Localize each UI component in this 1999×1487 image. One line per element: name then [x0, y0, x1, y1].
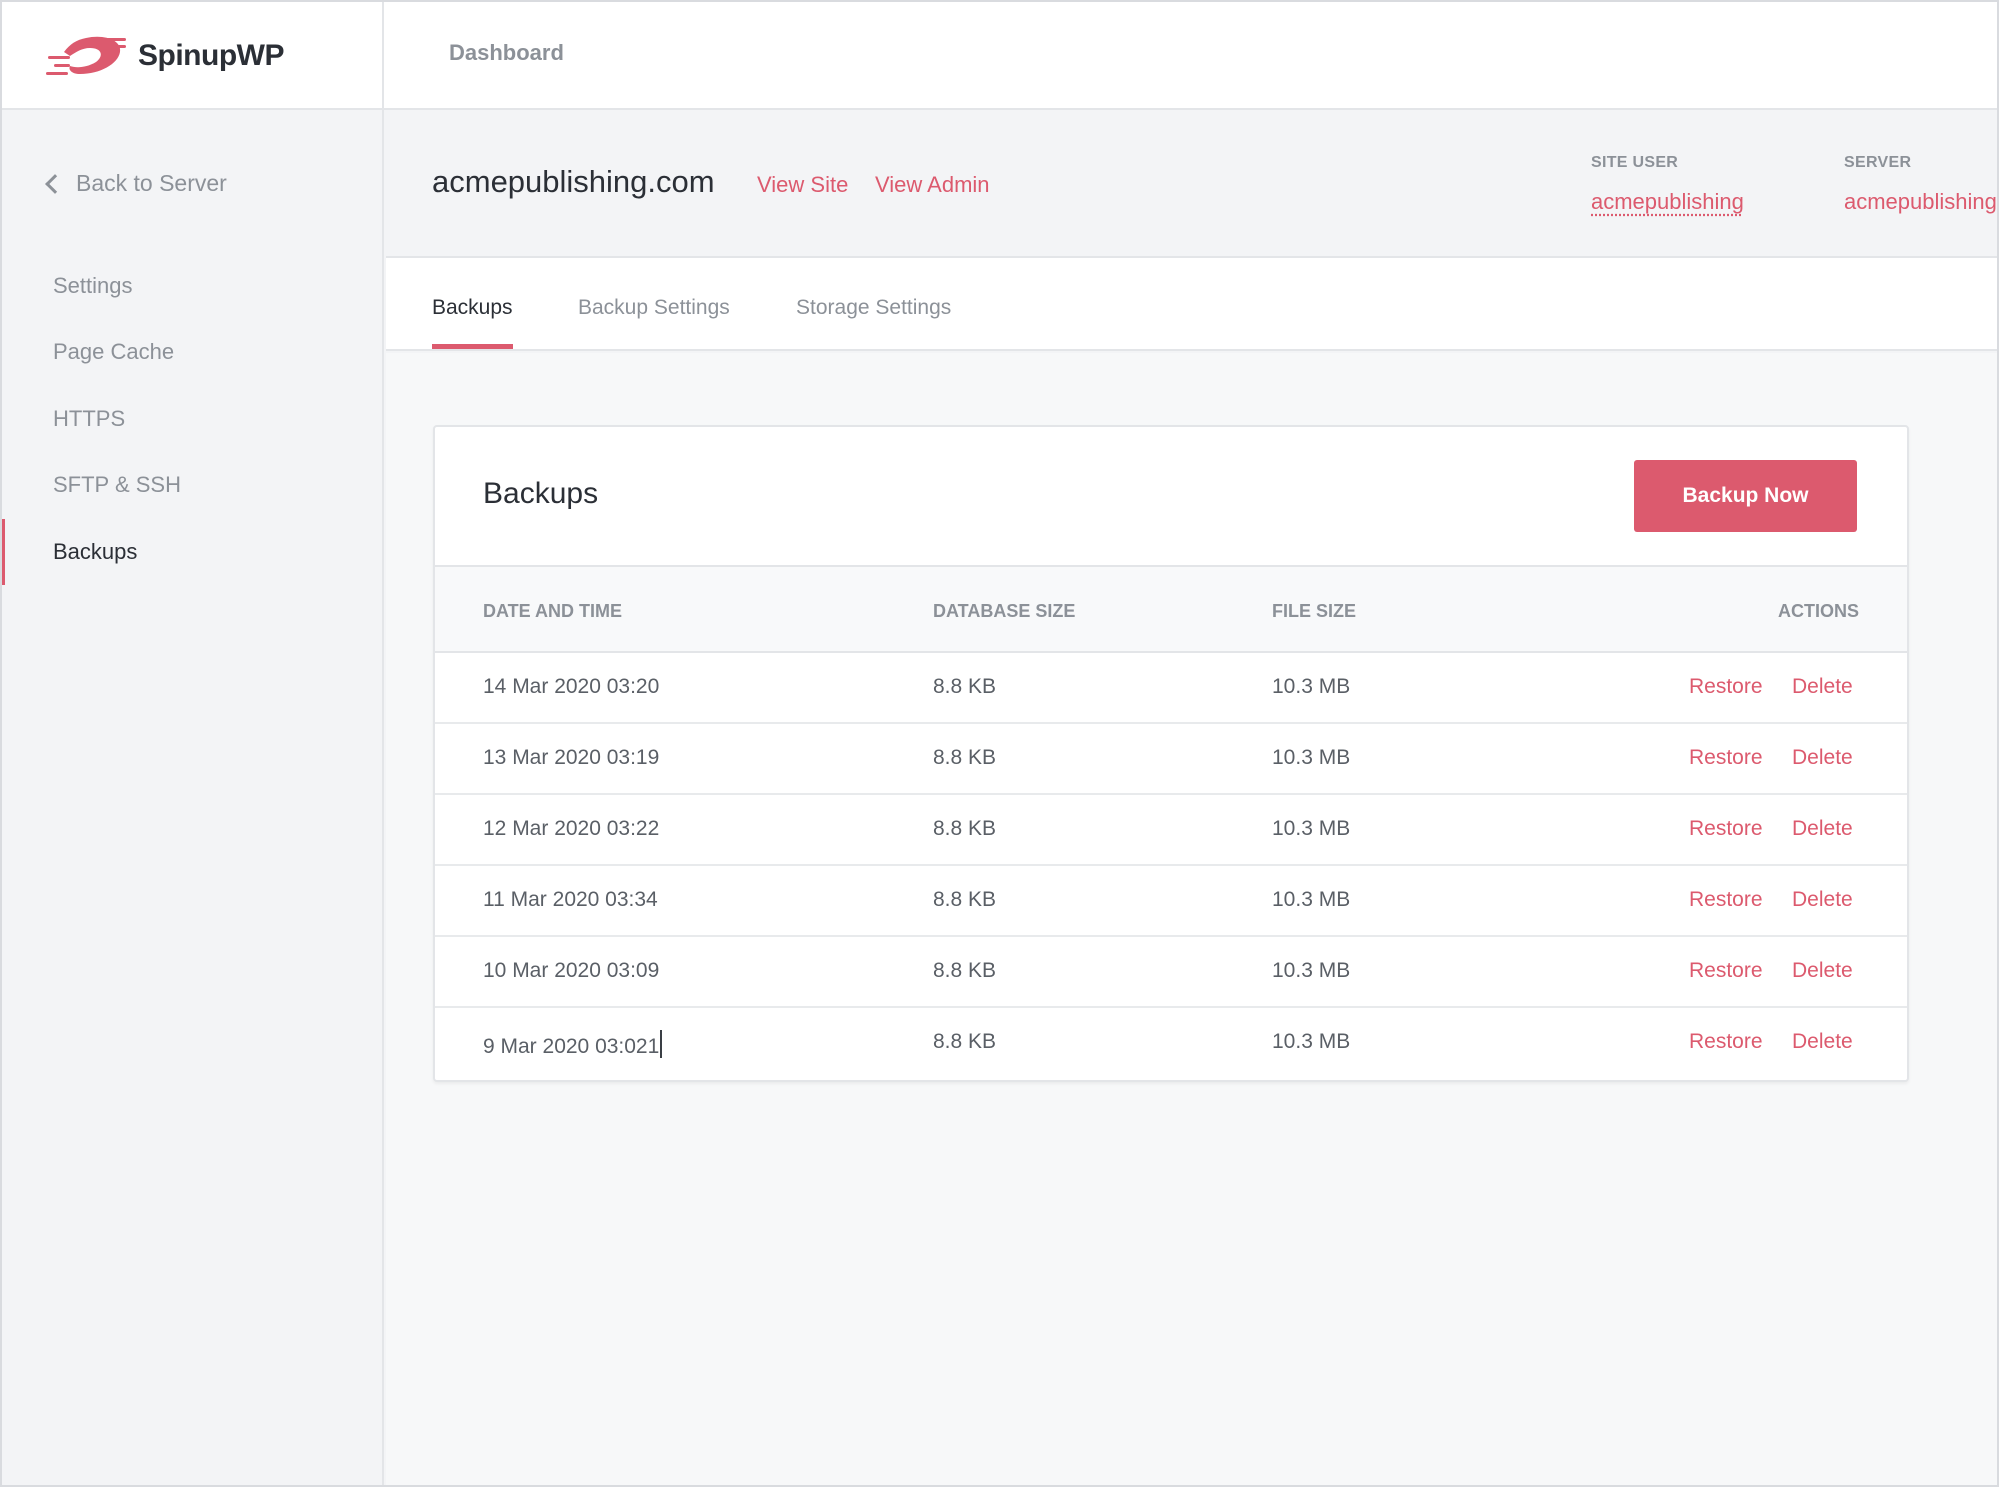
file-size: 10.3 MB	[1272, 1030, 1351, 1053]
sidebar-item-sftp-ssh[interactable]: SFTP & SSH	[53, 472, 181, 498]
active-tab-indicator	[432, 344, 513, 349]
back-label: Back to Server	[76, 170, 227, 196]
database-size: 8.8 KB	[933, 817, 997, 840]
file-size: 10.3 MB	[1272, 959, 1351, 982]
backup-date: 12 Mar 2020 03:22	[483, 817, 660, 840]
site-domain-title: acmepublishing.com	[432, 164, 715, 199]
text-cursor	[660, 1030, 663, 1058]
restore-link[interactable]: Restore	[1689, 817, 1763, 841]
restore-link[interactable]: Restore	[1689, 888, 1763, 912]
sidebar-item-backups[interactable]: Backups	[53, 539, 137, 565]
table-row: 12 Mar 2020 03:22 8.8 KB 10.3 MB Restore…	[435, 795, 1907, 866]
nav-dashboard[interactable]: Dashboard	[449, 40, 564, 66]
database-size: 8.8 KB	[933, 888, 997, 911]
database-size: 8.8 KB	[933, 1030, 997, 1053]
back-to-server-link[interactable]: Back to Server	[45, 170, 227, 197]
site-user-link[interactable]: acmepublishing	[1591, 189, 1744, 215]
backup-date: 10 Mar 2020 03:09	[483, 959, 660, 982]
file-size: 10.3 MB	[1272, 675, 1351, 698]
delete-link[interactable]: Delete	[1792, 675, 1853, 699]
file-size: 10.3 MB	[1272, 888, 1351, 911]
file-size: 10.3 MB	[1272, 746, 1351, 769]
delete-link[interactable]: Delete	[1792, 888, 1853, 912]
sidebar-active-indicator	[2, 519, 5, 585]
backup-date: 9 Mar 2020 03:021	[483, 1035, 660, 1058]
database-size: 8.8 KB	[933, 746, 997, 769]
delete-link[interactable]: Delete	[1792, 746, 1853, 770]
app-window: SpinupWP Dashboard Back to Server Settin…	[0, 0, 1999, 1487]
backup-now-button[interactable]: Backup Now	[1634, 460, 1857, 532]
restore-link[interactable]: Restore	[1689, 959, 1763, 983]
restore-link[interactable]: Restore	[1689, 675, 1763, 699]
delete-link[interactable]: Delete	[1792, 817, 1853, 841]
column-header-database-size: DATABASE SIZE	[933, 601, 1076, 621]
file-size: 10.3 MB	[1272, 817, 1351, 840]
column-header-actions: ACTIONS	[1778, 601, 1859, 621]
table-row: 14 Mar 2020 03:20 8.8 KB 10.3 MB Restore…	[435, 653, 1907, 724]
delete-link[interactable]: Delete	[1792, 1030, 1853, 1054]
site-header: acmepublishing.com View Site View Admin …	[386, 110, 1997, 258]
sidebar-item-settings[interactable]: Settings	[53, 273, 133, 299]
chevron-left-icon	[45, 174, 65, 194]
backup-date: 14 Mar 2020 03:20	[483, 675, 660, 698]
main-content: Backups Backup Now DATE AND TIME DATABAS…	[386, 353, 1997, 1485]
view-admin-link[interactable]: View Admin	[875, 172, 990, 198]
restore-link[interactable]: Restore	[1689, 1030, 1763, 1054]
backup-date: 11 Mar 2020 03:34	[483, 888, 658, 911]
server-link[interactable]: acmepublishing	[1844, 189, 1997, 215]
backup-date-cell: 9 Mar 2020 03:021	[483, 1030, 663, 1059]
backups-card: Backups Backup Now DATE AND TIME DATABAS…	[433, 425, 1909, 1082]
column-header-date: DATE AND TIME	[483, 601, 622, 621]
delete-link[interactable]: Delete	[1792, 959, 1853, 983]
site-user-label: SITE USER	[1591, 154, 1679, 171]
tab-backups[interactable]: Backups	[432, 296, 513, 320]
database-size: 8.8 KB	[933, 675, 997, 698]
database-size: 8.8 KB	[933, 959, 997, 982]
table-row: 9 Mar 2020 03:021 8.8 KB 10.3 MB Restore…	[435, 1008, 1907, 1079]
logo-text: SpinupWP	[138, 39, 284, 72]
top-bar: SpinupWP Dashboard	[2, 2, 1997, 110]
spinupwp-logo-icon	[46, 36, 126, 75]
tab-storage-settings[interactable]: Storage Settings	[796, 296, 951, 320]
sidebar-item-page-cache[interactable]: Page Cache	[53, 339, 174, 365]
sidebar-item-https[interactable]: HTTPS	[53, 406, 125, 432]
tab-backup-settings[interactable]: Backup Settings	[578, 296, 730, 320]
server-label: SERVER	[1844, 154, 1912, 171]
table-row: 11 Mar 2020 03:34 8.8 KB 10.3 MB Restore…	[435, 866, 1907, 937]
backup-date: 13 Mar 2020 03:19	[483, 746, 660, 769]
logo[interactable]: SpinupWP	[2, 2, 384, 110]
backups-card-title: Backups	[483, 477, 599, 510]
column-header-file-size: FILE SIZE	[1272, 601, 1357, 621]
table-row: 10 Mar 2020 03:09 8.8 KB 10.3 MB Restore…	[435, 937, 1907, 1008]
tab-bar: Backups Backup Settings Storage Settings	[386, 258, 1997, 351]
sidebar: Back to Server Settings Page Cache HTTPS…	[2, 110, 384, 1485]
table-header: DATE AND TIME DATABASE SIZE FILE SIZE AC…	[435, 565, 1907, 653]
restore-link[interactable]: Restore	[1689, 746, 1763, 770]
view-site-link[interactable]: View Site	[757, 172, 848, 198]
table-row: 13 Mar 2020 03:19 8.8 KB 10.3 MB Restore…	[435, 724, 1907, 795]
